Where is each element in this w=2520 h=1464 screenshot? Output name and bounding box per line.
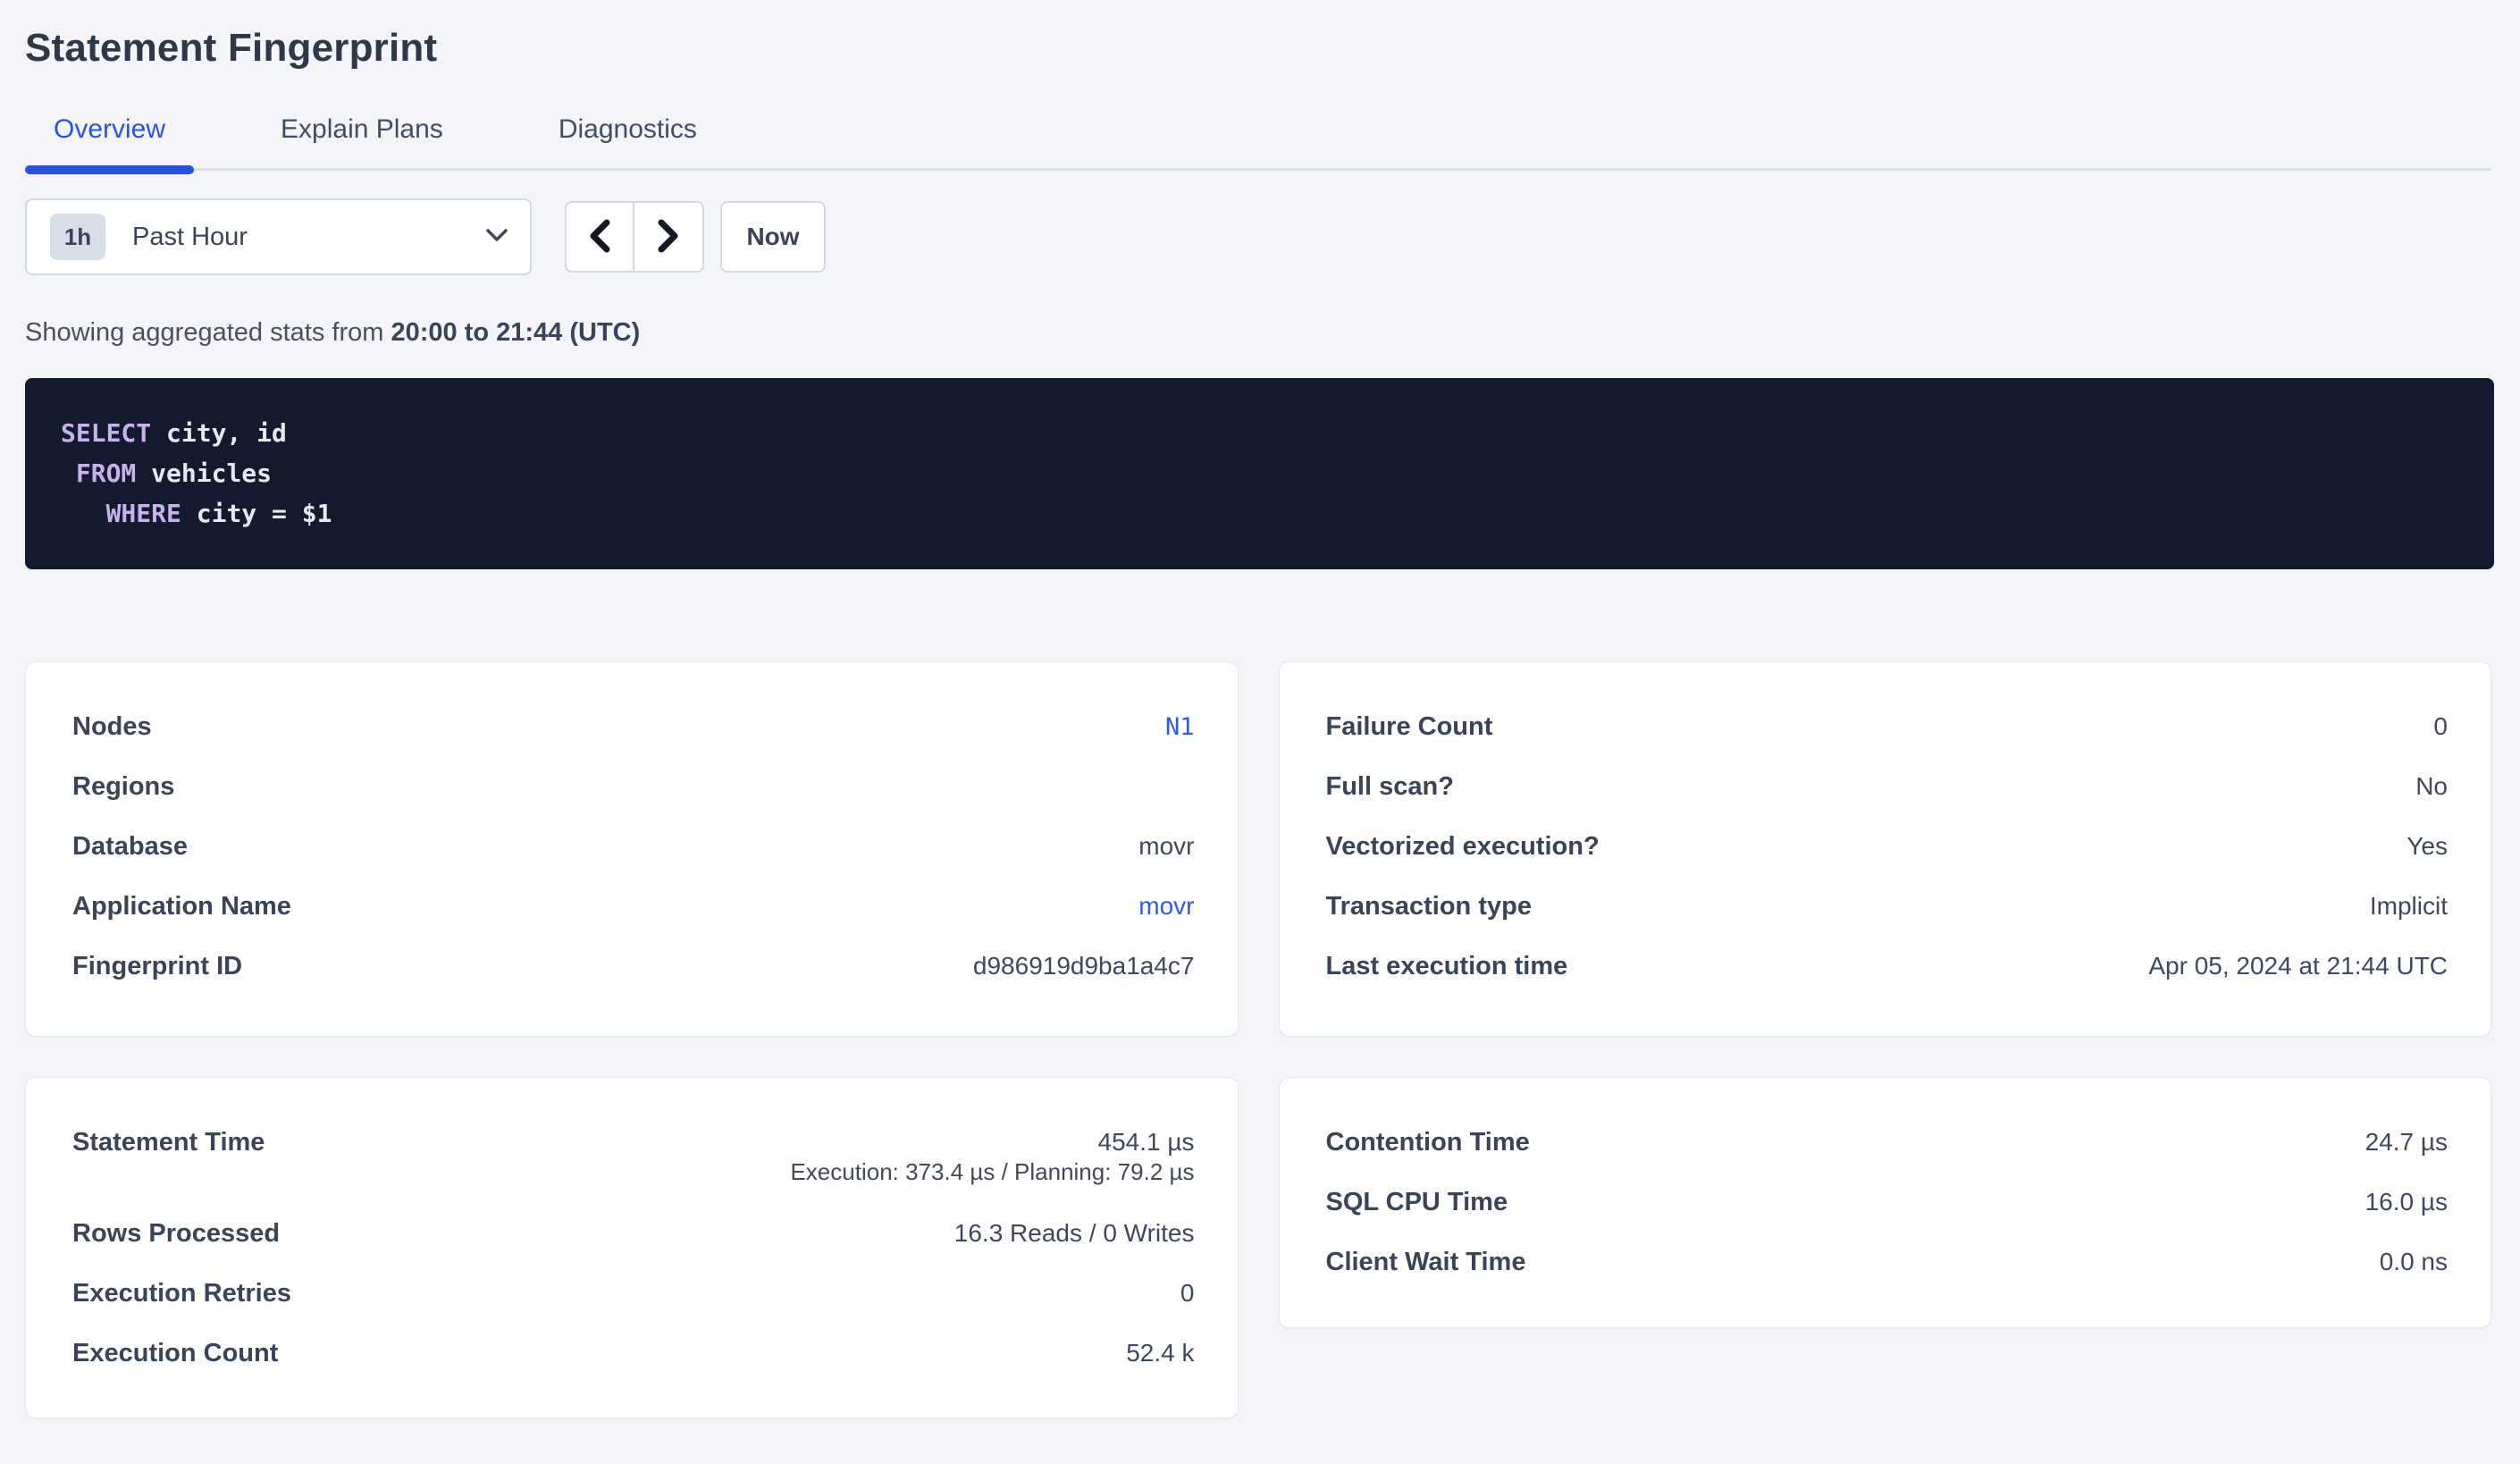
statement-time-breakdown: Execution: 373.4 µs / Planning: 79.2 µs [72, 1158, 1195, 1182]
statement-time-label: Statement Time [72, 1128, 265, 1157]
sql-statement-box: SELECT city, id FROM vehicles WHERE city… [25, 378, 2494, 569]
last-execution-time-label: Last execution time [1326, 952, 1568, 981]
time-step-buttons [565, 201, 704, 273]
client-wait-time-label: Client Wait Time [1326, 1248, 1526, 1277]
table-row: Last execution time Apr 05, 2024 at 21:4… [1326, 952, 2449, 979]
database-label: Database [72, 832, 188, 862]
tabs-bar: Overview Explain Plans Diagnostics [25, 114, 2491, 171]
table-row: Statement Time 454.1 µs [72, 1128, 1195, 1155]
time-stats-card: Contention Time 24.7 µs SQL CPU Time 16.… [1279, 1077, 2492, 1328]
time-controls: 1h Past Hour [25, 198, 2491, 275]
failure-count-label: Failure Count [1326, 712, 1493, 742]
page-title: Statement Fingerprint [25, 25, 2491, 72]
application-name-label: Application Name [72, 892, 291, 921]
contention-time-value: 24.7 µs [2365, 1128, 2448, 1157]
vectorized-execution-value: Yes [2407, 832, 2448, 861]
transaction-type-label: Transaction type [1326, 892, 1532, 921]
aggregated-stats-line: Showing aggregated stats from 20:00 to 2… [25, 319, 2491, 346]
full-scan-value: No [2415, 772, 2448, 801]
table-row: Full scan? No [1326, 772, 2449, 799]
regions-label: Regions [72, 772, 174, 802]
sql-line-2: FROM vehicles [61, 453, 2458, 493]
sql-keyword: SELECT [61, 418, 151, 448]
full-scan-label: Full scan? [1326, 772, 1454, 802]
failure-count-value: 0 [2433, 712, 2448, 741]
execution-attributes-card: Failure Count 0 Full scan? No Vectorized… [1279, 661, 2492, 1037]
tab-explain-plans[interactable]: Explain Plans [252, 114, 472, 168]
nodes-label: Nodes [72, 712, 152, 742]
contention-time-label: Contention Time [1326, 1128, 1530, 1157]
sql-line-3: WHERE city = $1 [61, 493, 2458, 534]
table-row: Nodes N1 [72, 712, 1195, 739]
sql-cpu-time-label: SQL CPU Time [1326, 1188, 1508, 1217]
tab-overview[interactable]: Overview [25, 114, 194, 168]
info-cards-row: Nodes N1 Regions Database movr Applicati… [25, 661, 2491, 1037]
table-row: SQL CPU Time 16.0 µs [1326, 1188, 2449, 1215]
table-row: Database movr [72, 832, 1195, 859]
stats-cards-row: Statement Time 454.1 µs Execution: 373.4… [25, 1077, 2491, 1418]
time-range-badge: 1h [50, 214, 105, 260]
sql-keyword: WHERE [106, 499, 181, 528]
statement-fingerprint-page: Statement Fingerprint Overview Explain P… [0, 25, 2520, 1418]
chevron-down-icon [485, 227, 508, 248]
table-row: Failure Count 0 [1326, 712, 2449, 739]
nodes-value-link[interactable]: N1 [1165, 713, 1195, 741]
sql-text: city = $1 [181, 499, 332, 528]
chevron-right-icon [657, 219, 680, 256]
sql-line-1: SELECT city, id [61, 413, 2458, 453]
rows-processed-value: 16.3 Reads / 0 Writes [954, 1219, 1195, 1248]
time-range-dropdown[interactable]: 1h Past Hour [25, 198, 532, 275]
table-row: Fingerprint ID d986919d9ba1a4c7 [72, 952, 1195, 979]
table-row: Execution Count 52.4 k [72, 1339, 1195, 1366]
time-range-label: Past Hour [132, 223, 485, 252]
table-row: Contention Time 24.7 µs [1326, 1128, 2449, 1155]
sql-indent [61, 459, 76, 488]
execution-count-label: Execution Count [72, 1339, 278, 1368]
database-value: movr [1138, 832, 1194, 861]
now-button[interactable]: Now [720, 201, 826, 273]
sql-text: vehicles [136, 459, 272, 488]
transaction-type-value: Implicit [2370, 892, 2448, 921]
last-execution-time-value: Apr 05, 2024 at 21:44 UTC [2148, 952, 2448, 980]
tab-diagnostics[interactable]: Diagnostics [530, 114, 726, 168]
table-row: Vectorized execution? Yes [1326, 832, 2449, 859]
statement-time-value: 454.1 µs [1098, 1128, 1195, 1157]
statement-details-card: Nodes N1 Regions Database movr Applicati… [25, 661, 1239, 1037]
aggregated-stats-prefix: Showing aggregated stats from [25, 318, 391, 347]
table-row: Transaction type Implicit [1326, 892, 2449, 919]
fingerprint-id-value: d986919d9ba1a4c7 [973, 952, 1195, 980]
sql-text: city, id [151, 418, 287, 448]
client-wait-time-value: 0.0 ns [2380, 1248, 2448, 1276]
chevron-left-icon [588, 219, 611, 256]
execution-retries-value: 0 [1180, 1279, 1195, 1308]
next-interval-button[interactable] [634, 203, 702, 271]
aggregated-stats-range: 20:00 to 21:44 (UTC) [391, 318, 640, 347]
table-row: Regions [72, 772, 1195, 799]
fingerprint-id-label: Fingerprint ID [72, 952, 242, 981]
execution-count-value: 52.4 k [1126, 1339, 1194, 1367]
table-row: Application Name movr [72, 892, 1195, 919]
table-row: Client Wait Time 0.0 ns [1326, 1248, 2449, 1275]
sql-indent [61, 499, 106, 528]
table-row: Rows Processed 16.3 Reads / 0 Writes [72, 1219, 1195, 1246]
execution-retries-label: Execution Retries [72, 1279, 291, 1308]
sql-cpu-time-value: 16.0 µs [2365, 1188, 2448, 1216]
rows-processed-label: Rows Processed [72, 1219, 280, 1249]
statement-stats-card: Statement Time 454.1 µs Execution: 373.4… [25, 1077, 1239, 1418]
vectorized-execution-label: Vectorized execution? [1326, 832, 1600, 862]
application-name-value-link[interactable]: movr [1138, 892, 1194, 921]
table-row: Execution Retries 0 [72, 1279, 1195, 1306]
sql-keyword: FROM [76, 459, 136, 488]
previous-interval-button[interactable] [567, 203, 634, 271]
